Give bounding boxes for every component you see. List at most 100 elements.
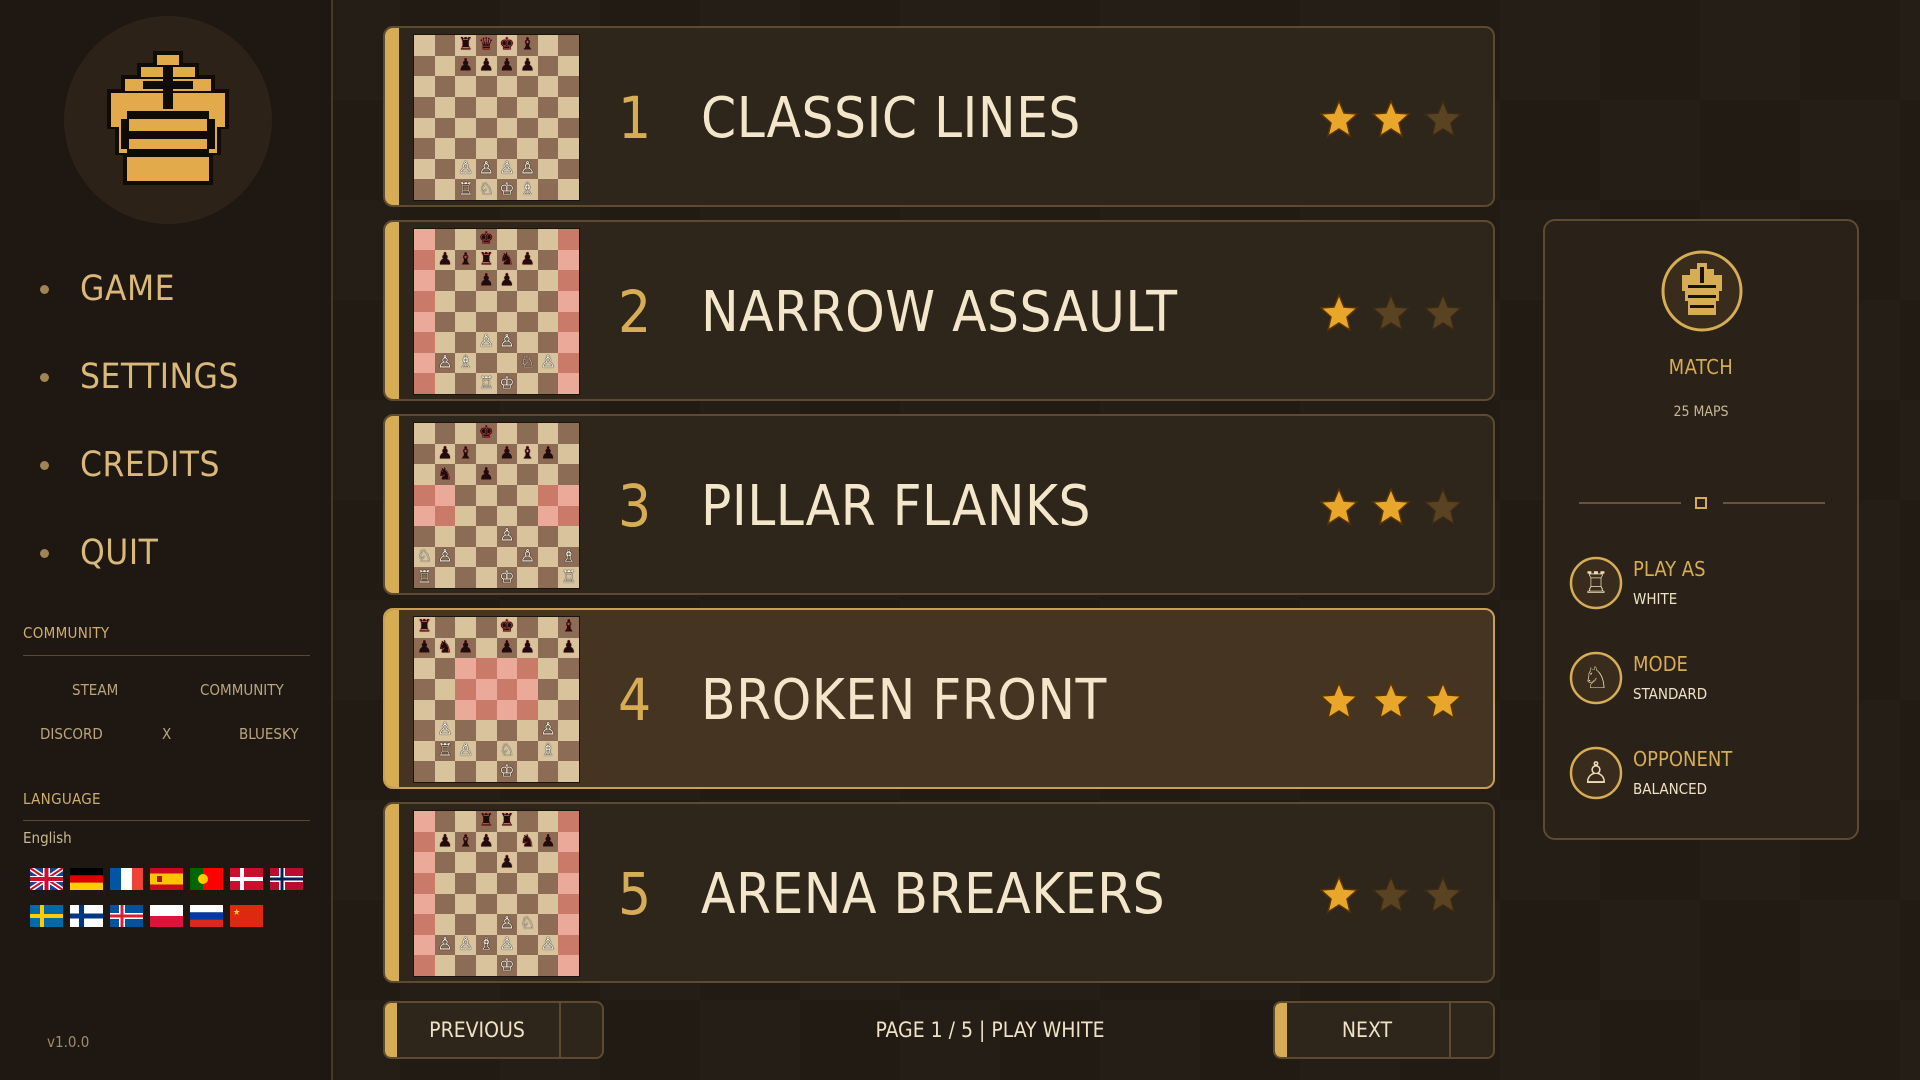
level-card-5[interactable]: ♜ ♜ ♟ ♝ ♟ ♞ ♟ ♟ ♙ ♘ ♙ ♙ ♗ ♙ ♙ ♔ 5 ARENA BREAKERS [383, 802, 1495, 983]
next-button[interactable]: NEXT [1273, 1001, 1495, 1059]
flag-finland[interactable] [70, 905, 103, 927]
board-square [475, 505, 497, 527]
board-square [414, 96, 435, 118]
board-square: ♟ [475, 464, 497, 485]
x-link[interactable]: X [162, 725, 171, 743]
board-square [414, 117, 435, 139]
board-square: ♚ [475, 229, 497, 250]
level-accent-bar [385, 222, 399, 399]
chess-piece-icon: ♔ [499, 955, 515, 976]
board-square: ♙ [537, 934, 559, 956]
menu-credits[interactable]: CREDITS [40, 421, 239, 509]
chess-piece-icon: ♘ [478, 179, 494, 200]
mode-option[interactable]: ♘ MODE STANDARD [1569, 649, 1839, 709]
board-square [537, 249, 559, 271]
chess-piece-icon: ♙ [519, 546, 536, 567]
flag-germany[interactable] [70, 868, 103, 890]
chess-piece-icon: ♙ [478, 158, 494, 179]
board-square [434, 117, 456, 139]
board-square: ♔ [496, 567, 518, 588]
flag-france[interactable] [110, 868, 143, 890]
flag-sweden[interactable] [30, 905, 63, 927]
board-square [455, 229, 476, 250]
board-square: ♙ [496, 331, 518, 353]
level-board-preview: ♜ ♜ ♟ ♝ ♟ ♞ ♟ ♟ ♙ ♘ ♙ ♙ ♗ ♙ ♙ ♔ [413, 810, 580, 977]
board-square: ♗ [517, 179, 538, 200]
community-link[interactable]: COMMUNITY [200, 681, 284, 699]
flag-iceland[interactable] [110, 905, 143, 927]
board-square: ♙ [434, 352, 456, 374]
flag-poland[interactable] [150, 905, 183, 927]
flag-uk[interactable] [30, 868, 63, 890]
board-square: ♞ [517, 831, 538, 853]
board-square [537, 311, 559, 333]
board-square [434, 423, 456, 444]
board-square: ♝ [558, 617, 579, 638]
board-square [475, 893, 497, 915]
board-square [414, 179, 435, 200]
flag-russia[interactable] [190, 905, 223, 927]
board-square [537, 852, 559, 873]
board-square [537, 678, 559, 700]
level-card-4[interactable]: ♜ ♚ ♝ ♟ ♞ ♟ ♟ ♟ ♟ ♙ ♙ ♖ ♙ ♘ ♗ ♔ 4 BROKEN FRONT [383, 608, 1495, 789]
discord-link[interactable]: DISCORD [40, 725, 103, 743]
board-square [517, 893, 538, 915]
board-square [558, 740, 579, 762]
board-square: ♚ [475, 423, 497, 444]
board-square [517, 852, 538, 873]
opponent-option[interactable]: ♙ OPPONENT BALANCED [1569, 744, 1839, 804]
flag-portugal[interactable] [190, 868, 223, 890]
board-square: ♜ [475, 811, 497, 832]
play-as-option[interactable]: ♖ PLAY AS WHITE [1569, 554, 1839, 614]
level-number: 4 [618, 666, 652, 734]
menu-settings[interactable]: SETTINGS [40, 333, 239, 421]
board-square [558, 179, 579, 200]
board-square [475, 740, 497, 762]
opponent-label: OPPONENT [1633, 747, 1733, 771]
level-card-2[interactable]: ♚ ♟ ♝ ♜ ♞ ♟ ♟ ♟ ♙ ♙ ♙ ♗ ♘ ♙ ♖ ♔ 2 NARROW ASSAULT [383, 220, 1495, 401]
chess-piece-icon: ♞ [499, 249, 515, 270]
board-square [475, 955, 497, 976]
board-square [434, 658, 456, 679]
board-square [517, 138, 538, 159]
board-square [496, 546, 518, 568]
flag-norway[interactable] [270, 868, 303, 890]
chess-piece-icon: ♗ [519, 179, 536, 200]
chess-piece-icon: ♟ [499, 637, 515, 658]
bluesky-link[interactable]: BLUESKY [239, 725, 299, 743]
chess-piece-icon: ♞ [437, 464, 453, 485]
star-filled-icon [1319, 292, 1359, 332]
board-square: ♟ [414, 637, 435, 659]
board-square: ♘ [496, 740, 518, 762]
chess-piece-icon: ♟ [478, 55, 494, 76]
chess-piece-icon: ♚ [499, 616, 515, 637]
board-square [517, 464, 538, 485]
board-square [537, 699, 559, 721]
menu-game[interactable]: GAME [40, 245, 239, 333]
board-square [517, 811, 538, 832]
flag-denmark[interactable] [230, 868, 263, 890]
board-square [414, 158, 435, 180]
board-square [434, 96, 456, 118]
board-square: ♜ [455, 35, 476, 56]
chess-piece-icon: ♙ [499, 331, 515, 352]
board-square: ♔ [496, 373, 518, 394]
level-title: CLASSIC LINES [701, 86, 1081, 151]
menu-quit[interactable]: QUIT [40, 509, 239, 597]
board-square [537, 332, 559, 353]
board-square [537, 658, 559, 679]
button-accent [1275, 1003, 1287, 1057]
steam-link[interactable]: STEAM [72, 681, 118, 699]
flag-spain[interactable] [150, 868, 183, 890]
board-square [558, 55, 579, 77]
board-square [475, 443, 497, 465]
chess-piece-icon: ♙ [457, 740, 474, 761]
board-square [475, 914, 497, 935]
board-square [455, 138, 476, 159]
level-card-1[interactable]: ♜ ♛ ♚ ♝ ♟ ♟ ♟ ♟ ♙ ♙ ♙ ♙ ♖ ♘ ♔ ♗ 1 CLASSIC LINES [383, 26, 1495, 207]
flag-china[interactable]: ★ [230, 905, 263, 927]
level-card-3[interactable]: ♚ ♟ ♝ ♟ ♝ ♟ ♞ ♟ ♙ ♘ ♙ ♙ ♗ ♖ ♔ ♖ 3 PILLAR FLANKS [383, 414, 1495, 595]
board-square [558, 914, 579, 935]
board-square [496, 893, 518, 915]
previous-button[interactable]: PREVIOUS [383, 1001, 604, 1059]
